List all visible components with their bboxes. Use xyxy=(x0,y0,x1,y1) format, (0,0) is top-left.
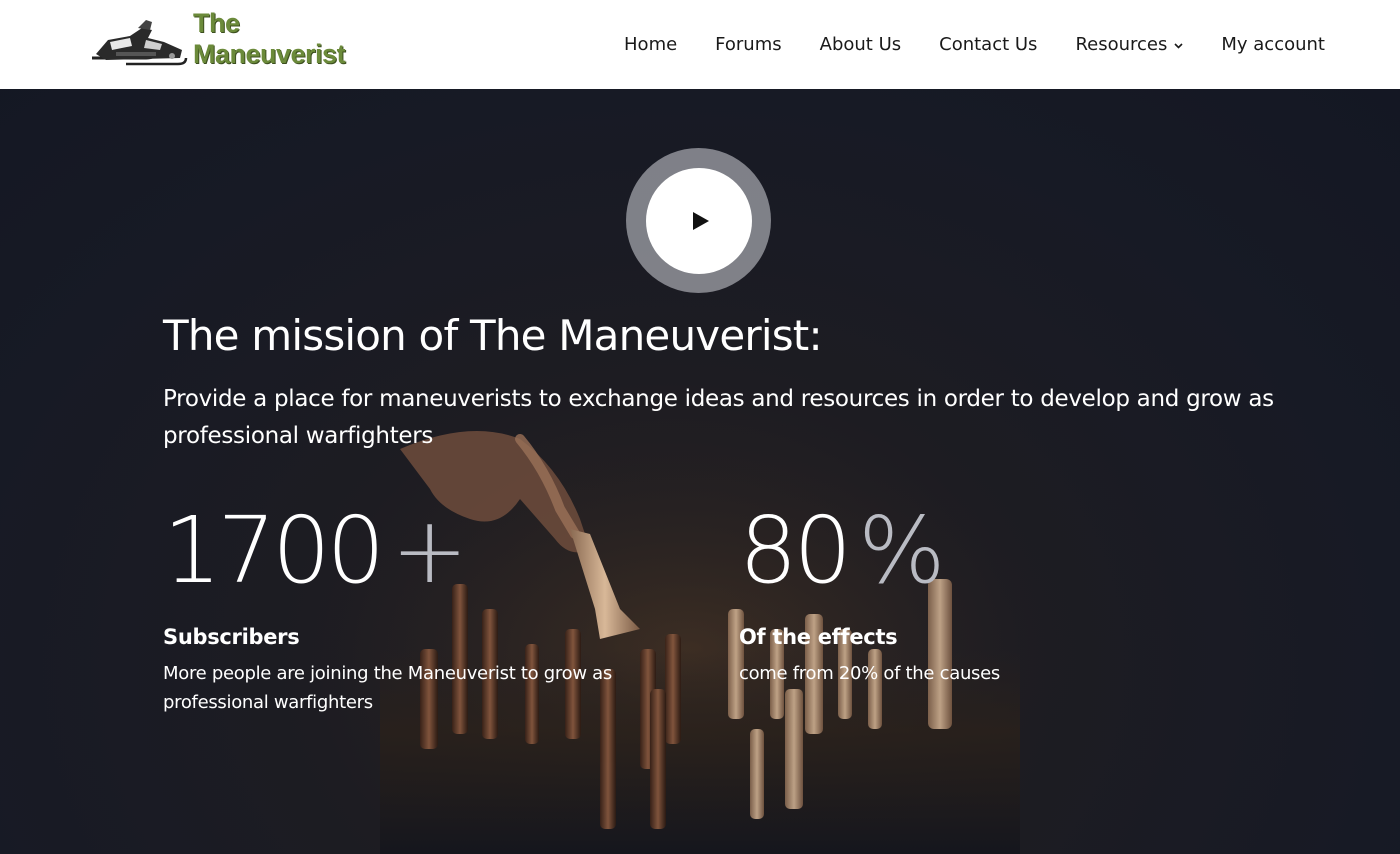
nav-forums-label: Forums xyxy=(715,34,782,55)
nav-home[interactable]: Home xyxy=(624,34,677,55)
stat-suffix: % xyxy=(858,497,945,604)
stat-subscribers: 1700 + Subscribers More people are joini… xyxy=(163,501,643,717)
logo-line1: The xyxy=(193,8,240,38)
nav-about-us[interactable]: About Us xyxy=(820,34,902,55)
mission-description: Provide a place for maneuverists to exch… xyxy=(163,386,1274,449)
nav-about-us-label: About Us xyxy=(819,34,902,55)
snowmobile-icon xyxy=(92,20,188,66)
stat-text: come from 20% of the causes xyxy=(739,663,1000,684)
nav-resources[interactable]: Resources xyxy=(1075,34,1183,55)
stat-effects: 80 % Of the effects come from 20% of the… xyxy=(739,501,1159,688)
nav-my-account-label: My account xyxy=(1221,34,1325,55)
play-button-inner xyxy=(645,167,752,274)
stat-label: Of the effects xyxy=(739,625,898,649)
play-icon xyxy=(692,211,709,230)
stat-number: 1700 xyxy=(163,497,385,604)
stat-label: Subscribers xyxy=(163,625,300,649)
chevron-down-icon xyxy=(1174,42,1183,49)
stat-number-row: 80 % xyxy=(739,501,1159,601)
nav-home-label: Home xyxy=(624,34,678,55)
site-header: The Maneuverist Home Forums About Us Con… xyxy=(0,0,1400,89)
stat-suffix: + xyxy=(391,497,468,604)
nav-resources-label: Resources xyxy=(1075,34,1168,55)
main-nav: Home Forums About Us Contact Us Resource… xyxy=(586,0,1325,89)
stat-number: 80 xyxy=(739,497,852,604)
play-video-button[interactable] xyxy=(626,148,771,293)
nav-forums[interactable]: Forums xyxy=(715,34,781,55)
hero-section: The mission of The Maneuverist: Provide … xyxy=(0,89,1400,854)
logo-line2: Maneuverist xyxy=(193,39,346,69)
nav-contact-us[interactable]: Contact Us xyxy=(939,34,1037,55)
stat-text: More people are joining the Maneuverist … xyxy=(163,663,612,713)
mission-title: The mission of The Maneuverist: xyxy=(163,311,823,360)
nav-contact-us-label: Contact Us xyxy=(939,34,1038,55)
stat-number-row: 1700 + xyxy=(163,501,643,601)
nav-my-account[interactable]: My account xyxy=(1221,34,1325,55)
logo-text: The Maneuverist xyxy=(193,8,346,70)
site-logo[interactable]: The Maneuverist xyxy=(86,6,348,76)
